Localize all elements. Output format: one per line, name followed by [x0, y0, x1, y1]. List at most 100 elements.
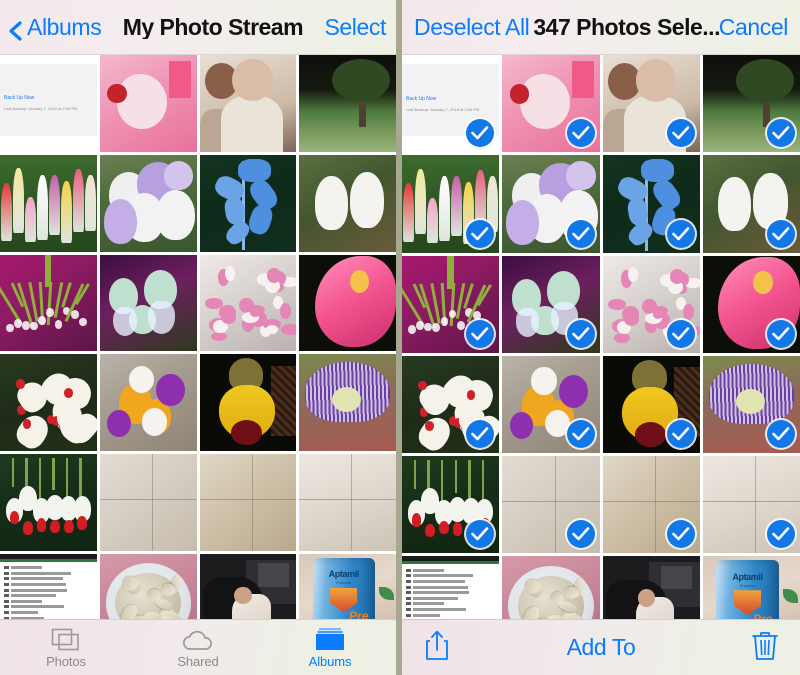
selected-check-badge[interactable] — [566, 119, 595, 148]
selected-check-badge[interactable] — [666, 219, 695, 248]
photo-cell[interactable] — [402, 355, 500, 453]
photo-cell[interactable] — [199, 55, 297, 152]
photo-cell[interactable] — [402, 155, 500, 253]
selected-check-badge[interactable] — [666, 520, 695, 549]
last-backup-text: Last Backup: January 7, 2018 at 2:00 PM — [406, 106, 480, 112]
selected-check-badge[interactable] — [566, 319, 595, 348]
photo-cell[interactable] — [99, 454, 197, 551]
photo-cell[interactable]: Back Up Now Last Backup: January 7, 2018 … — [0, 55, 97, 152]
select-button-label: Select — [324, 13, 386, 40]
photo-cell[interactable] — [402, 556, 500, 619]
photo-cell[interactable] — [99, 254, 197, 352]
photo-cell[interactable] — [502, 155, 600, 253]
selection-count-title: 347 Photos Sele... — [533, 16, 719, 39]
cancel-button-label: Cancel — [718, 13, 789, 40]
photo-cell[interactable] — [0, 154, 97, 252]
photo-cell[interactable] — [199, 154, 297, 252]
photo-cell[interactable] — [702, 355, 800, 453]
selected-check-badge[interactable] — [767, 420, 795, 448]
albums-folder-icon — [314, 626, 346, 652]
selected-check-badge[interactable] — [666, 420, 695, 448]
photo-cell[interactable] — [99, 354, 197, 451]
photo-cell[interactable] — [702, 55, 800, 153]
photo-cell[interactable] — [602, 456, 700, 554]
photo-cell[interactable] — [602, 155, 700, 253]
selected-check-badge[interactable] — [566, 219, 595, 248]
product-subbrand-text: Pronutra — [336, 580, 352, 586]
photo-cell[interactable] — [502, 55, 600, 153]
photos-stack-icon — [51, 626, 81, 652]
tab-bar: Photos Shared Albums — [0, 619, 396, 675]
selected-check-badge[interactable] — [767, 319, 795, 348]
photo-cell[interactable] — [702, 255, 800, 353]
photo-cell[interactable] — [702, 456, 800, 554]
photo-cell[interactable] — [299, 354, 396, 451]
product-brand-text: Aptamil — [328, 569, 360, 580]
photo-cell[interactable] — [199, 553, 297, 619]
right-phone-screen: Deselect All 347 Photos Sele... Cancel B… — [402, 0, 800, 675]
select-button[interactable]: Select — [324, 13, 396, 40]
right-photo-grid-scroll[interactable]: Back Up Now Last Backup: January 7, 2018 … — [402, 55, 800, 619]
right-navigation-bar: Deselect All 347 Photos Sele... Cancel — [402, 0, 800, 55]
photo-cell[interactable] — [502, 456, 600, 554]
page-title: My Photo Stream — [122, 16, 304, 39]
photo-cell[interactable] — [402, 456, 500, 554]
photo-cell[interactable] — [602, 355, 700, 453]
back-button[interactable]: Albums — [0, 14, 102, 41]
photo-cell[interactable] — [502, 255, 600, 353]
photo-cell[interactable] — [602, 255, 700, 353]
tab-albums[interactable]: Albums — [264, 626, 396, 668]
selection-action-bar: Add To — [402, 619, 800, 675]
photo-cell[interactable] — [402, 255, 500, 353]
cancel-button[interactable]: Cancel — [718, 13, 800, 40]
photo-cell[interactable] — [99, 154, 197, 252]
left-phone-screen: Albums My Photo Stream Select Back Up No… — [0, 0, 396, 675]
deselect-all-label: Deselect All — [414, 14, 530, 40]
selected-check-badge[interactable] — [666, 319, 695, 348]
photo-cell[interactable] — [0, 454, 97, 551]
share-upload-icon — [424, 629, 450, 666]
photo-cell[interactable]: AptamilPronutra Pre — [299, 553, 396, 619]
last-backup-text: Last Backup: January 7, 2018 at 2:00 PM — [4, 106, 78, 112]
add-to-button[interactable]: Add To — [472, 635, 730, 659]
photo-cell[interactable] — [0, 254, 97, 352]
tab-shared[interactable]: Shared — [132, 626, 264, 668]
selected-check-badge[interactable] — [466, 319, 495, 348]
photo-cell[interactable] — [299, 154, 396, 252]
selected-check-badge[interactable] — [466, 219, 495, 248]
tab-albums-label: Albums — [308, 654, 352, 669]
photo-cell[interactable] — [99, 55, 197, 152]
photo-grid-selection: Back Up Now Last Backup: January 7, 2018 … — [402, 55, 800, 619]
deselect-all-button[interactable]: Deselect All — [402, 14, 530, 40]
product-brand-text: Aptamil — [732, 571, 763, 582]
cloud-icon — [181, 626, 215, 652]
left-photo-grid-scroll[interactable]: Back Up Now Last Backup: January 7, 2018 … — [0, 55, 396, 619]
photo-cell[interactable] — [299, 55, 396, 152]
photo-cell[interactable] — [299, 454, 396, 551]
selected-check-badge[interactable] — [666, 119, 695, 148]
selected-check-badge[interactable] — [767, 219, 795, 248]
product-variant-text: Pre — [349, 609, 369, 619]
photo-cell[interactable] — [199, 254, 297, 352]
photo-cell[interactable] — [99, 553, 197, 619]
photo-cell[interactable]: Back Up Now Last Backup: January 7, 2018 … — [402, 55, 500, 153]
photo-cell[interactable] — [602, 55, 700, 153]
share-button[interactable] — [402, 629, 472, 666]
photo-cell[interactable] — [702, 155, 800, 253]
selected-check-badge[interactable] — [566, 420, 595, 448]
selected-check-badge[interactable] — [566, 520, 595, 549]
tab-photos[interactable]: Photos — [0, 626, 132, 668]
photo-cell[interactable] — [199, 354, 297, 451]
product-subbrand-text: Pronutra — [739, 582, 756, 588]
photo-cell[interactable] — [0, 354, 97, 451]
photo-cell[interactable] — [299, 254, 396, 352]
photo-cell[interactable] — [502, 355, 600, 453]
back-button-label: Albums — [27, 14, 102, 40]
delete-button[interactable] — [730, 629, 800, 666]
photo-grid: Back Up Now Last Backup: January 7, 2018 … — [0, 55, 396, 619]
photo-cell[interactable]: AptamilPronutra Pre — [702, 556, 800, 619]
photo-cell[interactable] — [602, 556, 700, 619]
photo-cell[interactable] — [199, 454, 297, 551]
photo-cell[interactable] — [502, 556, 600, 619]
photo-cell[interactable] — [0, 553, 97, 619]
